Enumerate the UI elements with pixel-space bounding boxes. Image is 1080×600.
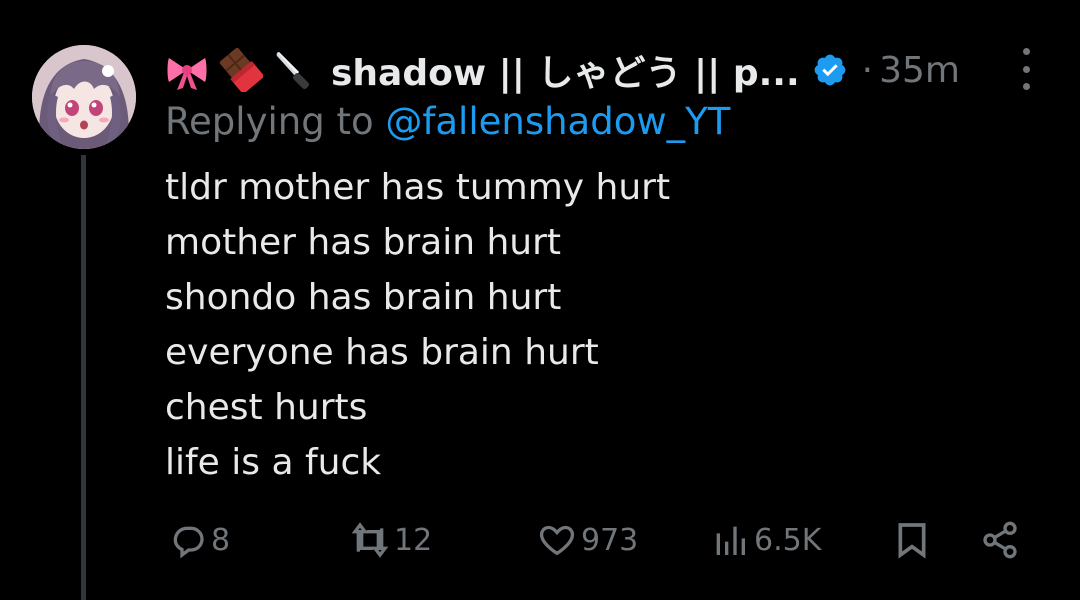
tweet-line: shondo has brain hurt — [165, 277, 562, 318]
reply-count: 8 — [211, 522, 231, 558]
like-count: 973 — [581, 522, 639, 558]
views-button[interactable]: 6.5K — [710, 512, 821, 568]
tweet: shadow || しゃどう || p... · 35m Replying to… — [0, 0, 1080, 600]
thread-line — [81, 155, 86, 600]
reply-icon — [173, 526, 204, 559]
heart-icon — [539, 525, 575, 556]
ribbon-emoji — [165, 48, 209, 92]
chocolate-bar-emoji — [219, 48, 263, 92]
tweet-line: mother has brain hurt — [165, 222, 562, 263]
tweet-line: life is a fuck — [165, 442, 382, 483]
bookmark-button[interactable] — [892, 512, 932, 568]
replying-handle-link[interactable]: @fallenshadow_YT — [385, 100, 730, 143]
timestamp[interactable]: 35m — [879, 50, 960, 91]
display-name[interactable]: shadow || しゃどう || p... — [331, 44, 800, 96]
separator-dot: · — [861, 49, 874, 91]
avatar[interactable] — [32, 45, 136, 149]
tweet-line: everyone has brain hurt — [165, 332, 599, 373]
avatar-image — [32, 45, 136, 149]
tweet-header: shadow || しゃどう || p... · 35m — [165, 42, 960, 98]
repost-count: 12 — [394, 522, 433, 558]
tweet-line: chest hurts — [165, 387, 368, 428]
share-button[interactable] — [980, 512, 1020, 568]
reply-button[interactable]: 8 — [167, 512, 230, 568]
kitchen-knife-emoji — [273, 48, 317, 92]
replying-to: Replying to @fallenshadow_YT — [165, 100, 730, 143]
action-bar: 8 12 973 6.5K — [165, 512, 1045, 568]
tweet-text: tldr mother has tummy hurt mother has br… — [165, 160, 670, 490]
replying-prefix: Replying to — [165, 100, 386, 143]
share-icon — [983, 521, 1017, 559]
views-icon — [716, 526, 745, 555]
verified-badge-icon — [812, 52, 848, 88]
tweet-line: tldr mother has tummy hurt — [165, 167, 671, 208]
repost-icon — [351, 522, 389, 558]
repost-button[interactable]: 12 — [350, 512, 432, 568]
bookmark-icon — [898, 523, 926, 559]
more-vertical-icon[interactable] — [1016, 48, 1036, 90]
views-count: 6.5K — [754, 522, 822, 558]
like-button[interactable]: 973 — [537, 512, 638, 568]
